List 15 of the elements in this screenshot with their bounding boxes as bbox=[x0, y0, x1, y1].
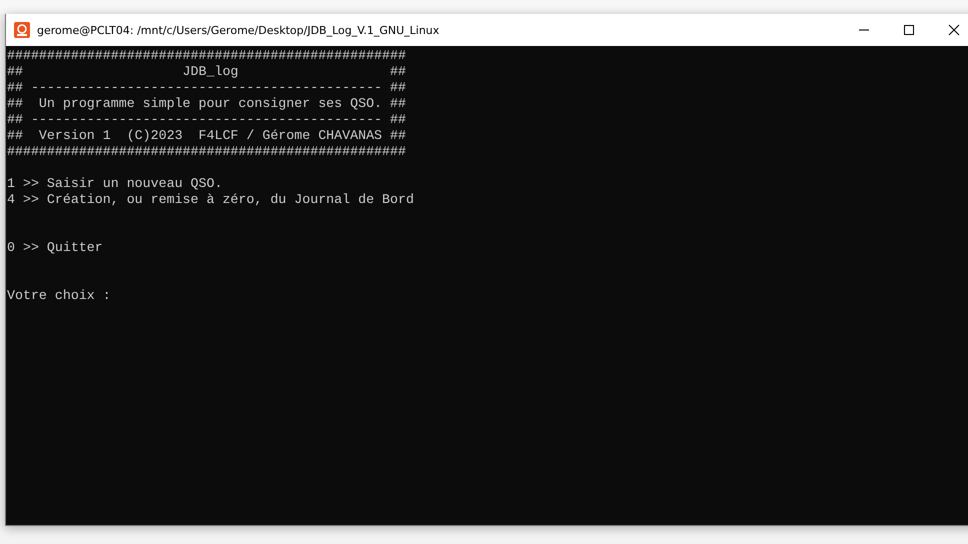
input-prompt: Votre choix : bbox=[7, 288, 112, 304]
app-icon bbox=[14, 22, 30, 38]
banner-line: ## -------------------------------------------- ## bbox=[7, 112, 407, 128]
banner-line: ## -------------------------------------------- ## bbox=[7, 80, 407, 96]
banner-line: ## Version 1 (C)2023 F4LCF / Gérome CHAVANAS ## bbox=[7, 128, 407, 144]
banner-line: ## Un programme simple pour consigner ses QSO. ## bbox=[7, 96, 407, 112]
menu-option: 4 >> Création, ou remise à zéro, du Journal de Bord bbox=[7, 192, 968, 208]
banner-line: ## JDB_log ## bbox=[7, 64, 407, 80]
banner-line: ################################################## bbox=[7, 48, 407, 64]
close-icon bbox=[948, 24, 960, 36]
menu-option: 1 >> Saisir un nouveau QSO. bbox=[7, 176, 968, 192]
banner-line: ################################################## bbox=[7, 144, 407, 160]
window-title: gerome@PCLT04: /mnt/c/Users/Gerome/Desktop/JDB_Log_V.1_GNU_Linux bbox=[37, 24, 440, 36]
menu-option: 0 >> Quitter bbox=[7, 240, 968, 256]
maximize-icon bbox=[902, 24, 914, 36]
